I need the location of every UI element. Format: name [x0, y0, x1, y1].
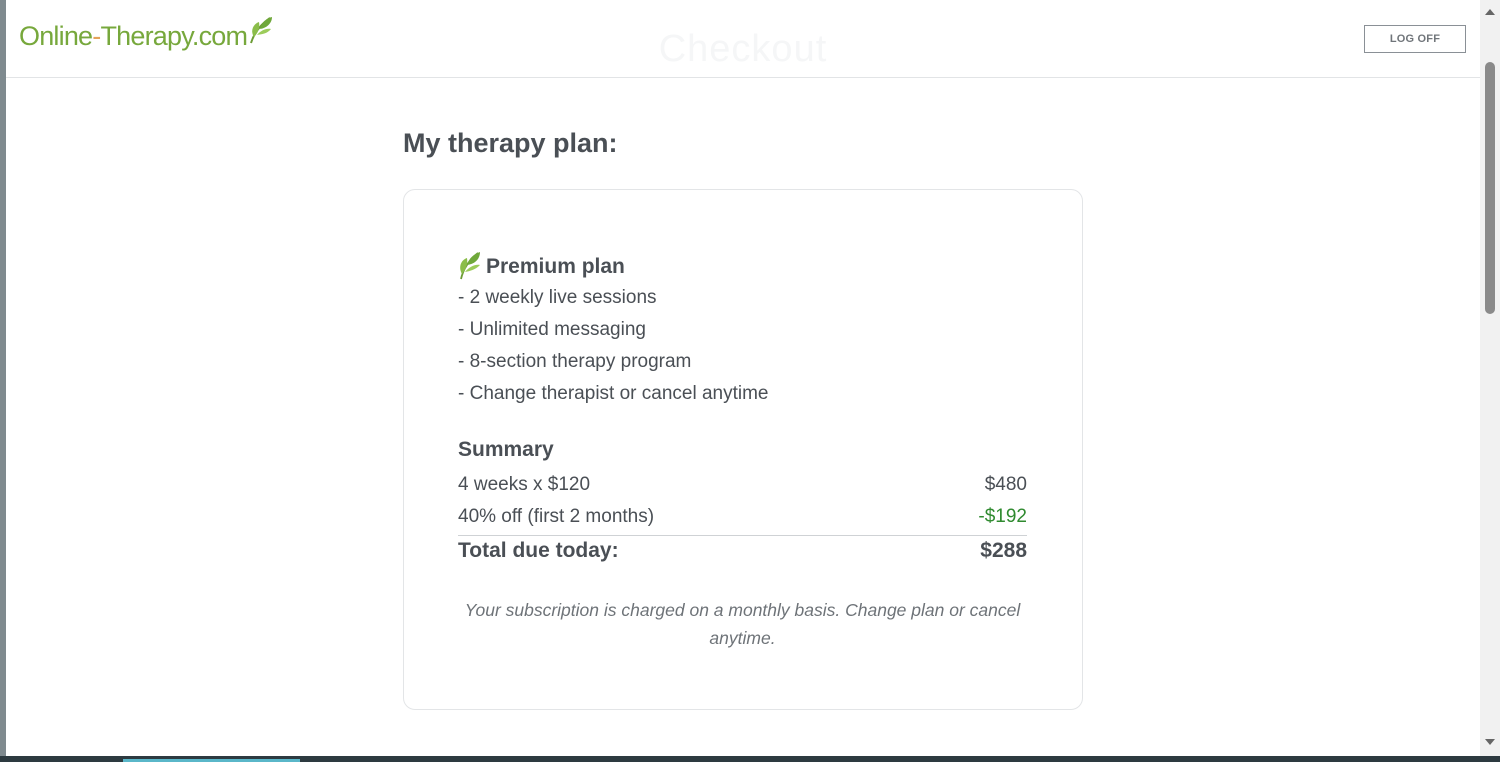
browser-viewport: Online-Therapy.com Checkout LOG OFF My t… [6, 0, 1480, 756]
summary-row-discount: 40% off (first 2 months) -$192 [458, 506, 1027, 528]
plan-card: Premium plan - 2 weekly live sessions - … [403, 189, 1083, 710]
feature-item: - Change therapist or cancel anytime [458, 383, 769, 404]
discount-value: -$192 [978, 506, 1027, 527]
summary-divider [458, 535, 1027, 536]
total-value: $288 [980, 539, 1027, 562]
summary-row-value: $480 [984, 474, 1027, 495]
plan-title: Premium plan [458, 248, 625, 286]
site-header: Online-Therapy.com Checkout LOG OFF [6, 0, 1480, 78]
summary-row-label: 40% off (first 2 months) [458, 506, 655, 527]
log-off-button[interactable]: LOG OFF [1364, 25, 1466, 53]
subscription-note: Your subscription is charged on a monthl… [464, 600, 1021, 648]
plan-name: Premium plan [486, 255, 625, 278]
chevron-up-icon[interactable] [1485, 9, 1495, 15]
summary-row-total: Total due today: $288 [458, 539, 1027, 563]
feature-item: - Unlimited messaging [458, 319, 646, 340]
plan-features-list: - 2 weekly live sessions - Unlimited mes… [458, 282, 769, 410]
scrollbar-thumb[interactable] [1485, 62, 1495, 314]
summary-title: Summary [458, 438, 554, 461]
page-title-faded: Checkout [658, 28, 828, 70]
leaf-icon [458, 250, 482, 286]
summary-row-subtotal: 4 weeks x $120 $480 [458, 474, 1027, 496]
page-heading: My therapy plan: [403, 128, 618, 158]
feature-item: - 2 weekly live sessions [458, 287, 657, 308]
chevron-down-icon[interactable] [1485, 739, 1495, 745]
vertical-scrollbar[interactable] [1480, 0, 1500, 756]
feature-item: - 8-section therapy program [458, 351, 692, 372]
total-label: Total due today: [458, 539, 619, 562]
summary-row-label: 4 weeks x $120 [458, 474, 591, 495]
